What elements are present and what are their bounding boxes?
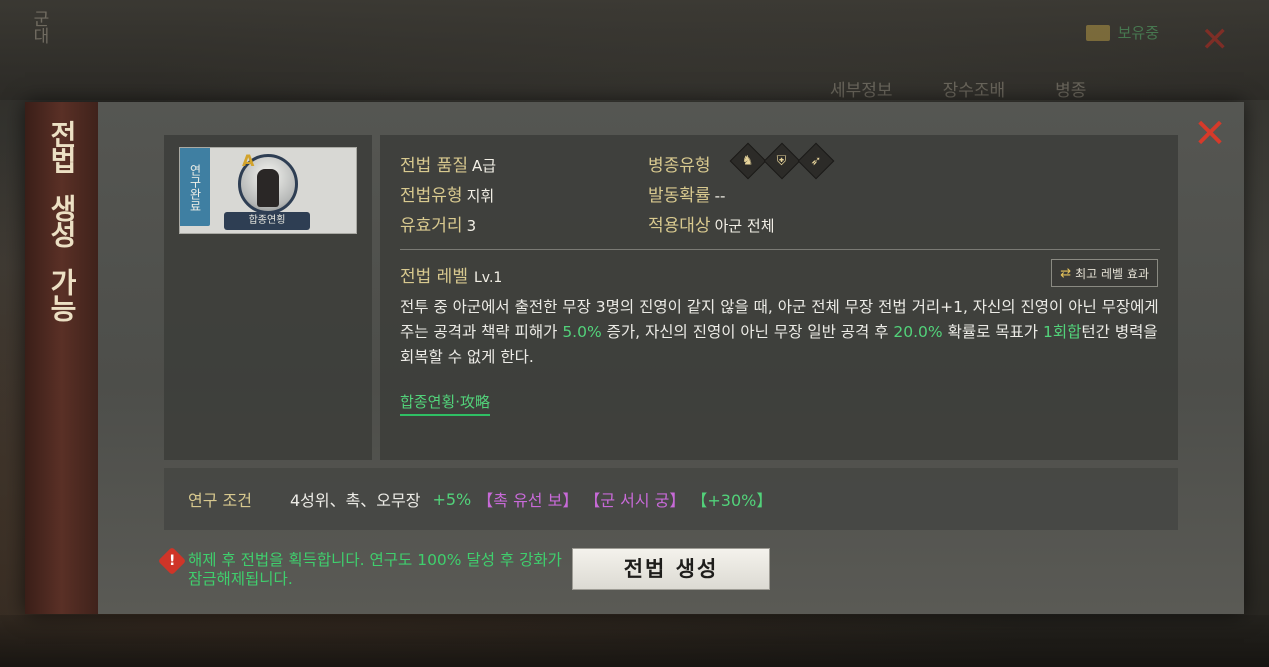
tactic-info-panel: 전법 품질 A급 전법유형 지휘 유효거리 3 병종유형 ♞ ⛨ ➶ 발동확률 -- 적… — [380, 135, 1178, 460]
max-level-effect-label: 최고 레벨 효과 — [1075, 266, 1149, 281]
tactic-grade-badge: A — [242, 151, 255, 170]
divider — [400, 249, 1160, 250]
condition-value: 4성위、촉、오무장 — [289, 491, 421, 510]
target-label: 적용대상 — [648, 216, 711, 236]
close-button[interactable]: ✕ — [1190, 114, 1230, 156]
chest-icon — [1085, 24, 1110, 41]
background-inventory-label: 보유중 — [1117, 24, 1159, 42]
trigger-value: -- — [714, 187, 726, 205]
max-level-effect-button[interactable]: ⇄ 최고 레벨 효과 — [1051, 259, 1158, 287]
background-tab: 병종 — [1055, 81, 1087, 101]
quality-row: 전법 품질 A급 — [400, 151, 496, 176]
tactic-card-panel: 연구완료 A 합종연횡 — [164, 135, 372, 460]
trigger-label: 발동확률 — [648, 186, 711, 206]
create-tactic-button[interactable]: 전법 생성 — [572, 548, 770, 590]
background-inventory: 보유중 — [1085, 22, 1159, 43]
background-bottom-bar — [0, 615, 1269, 667]
quality-value: A급 — [471, 157, 497, 175]
background-tab: 세부정보 — [830, 81, 893, 101]
condition-bonus: +5% — [432, 489, 472, 509]
side-banner-line2: 생성 — [45, 194, 79, 246]
quality-label: 전법 품질 — [400, 156, 468, 176]
trigger-row: 발동확률 -- — [648, 181, 725, 206]
range-label: 유효거리 — [400, 216, 463, 236]
desc-value: 5.0% — [562, 323, 602, 341]
background-tab: 장수조배 — [942, 81, 1006, 101]
close-icon: ✕ — [1193, 111, 1227, 157]
background-close-icon: ✕ — [1200, 20, 1230, 60]
tactic-level: 전법 레벨 Lv.1 — [400, 262, 502, 287]
troop-type-label: 병종유형 — [648, 156, 711, 176]
tactic-name-plate: 합종연횡 — [224, 212, 310, 230]
target-row: 적용대상 아군 전체 — [648, 211, 775, 236]
desc-value: 1회합 — [1043, 323, 1082, 341]
type-label: 전법유형 — [400, 186, 463, 206]
swap-icon: ⇄ — [1060, 265, 1072, 281]
tactic-card[interactable]: 연구완료 A 합종연횡 — [179, 147, 357, 234]
shield-icon: ⛨ — [763, 142, 801, 180]
troop-type-row: 병종유형 — [648, 151, 711, 176]
desc-text: 확률로 목표가 — [942, 323, 1043, 341]
tactic-create-dialog: 전법 생성 가능 ✕ 연구완료 A 합종연횡 전법 품질 A급 전법유형 지휘 유효… — [25, 102, 1244, 614]
background-tabs: 세부정보 장수조배 병종 — [830, 76, 1086, 101]
bow-icon: ➶ — [797, 142, 835, 180]
warning-icon: ! — [157, 546, 187, 576]
troop-type-icons: ♞ ⛨ ➶ — [729, 142, 835, 180]
research-condition-bar: 연구 조건 4성위、촉、오무장 +5% 【촉 유선 보】 【군 서시 궁】 【+… — [164, 468, 1178, 530]
desc-value: 20.0% — [893, 323, 943, 341]
condition-tag-2: 【군 서시 궁】 — [584, 491, 686, 510]
condition-label: 연구 조건 — [188, 491, 252, 510]
side-banner-line3: 가능 — [45, 268, 79, 320]
background-left-label: 군대 — [29, 10, 49, 44]
side-banner-line1: 전법 — [45, 120, 79, 172]
tactic-description: 전투 중 아군에서 출전한 무장 3명의 진영이 같지 않을 때, 아군 전체 … — [400, 295, 1165, 370]
condition-tag-3: 【+30%】 — [691, 491, 773, 510]
strategy-guide-link[interactable]: 합종연횡·攻略 — [400, 391, 490, 416]
target-value: 아군 전체 — [714, 217, 775, 235]
type-row: 전법유형 지휘 — [400, 181, 494, 206]
research-complete-ribbon: 연구완료 — [180, 148, 210, 226]
range-row: 유효거리 3 — [400, 211, 476, 236]
cavalry-icon: ♞ — [729, 142, 767, 180]
level-value: Lv.1 — [473, 270, 503, 286]
unlock-warning: ! 해제 후 전법을 획득합니다. 연구도 100% 달성 후 강화가 잠금해제… — [157, 546, 572, 589]
type-value: 지휘 — [466, 187, 495, 205]
warning-text: 해제 후 전법을 획득합니다. 연구도 100% 달성 후 강화가 잠금해제됩니… — [188, 551, 562, 588]
range-value: 3 — [466, 217, 477, 235]
warrior-figure-icon — [257, 169, 279, 207]
condition-tag-1: 【촉 유선 보】 — [477, 491, 579, 510]
desc-text: 증가, 자신의 진영이 아닌 무장 일반 공격 후 — [601, 323, 894, 341]
side-banner: 전법 생성 가능 — [25, 102, 98, 614]
level-label: 전법 레벨 — [400, 267, 468, 287]
